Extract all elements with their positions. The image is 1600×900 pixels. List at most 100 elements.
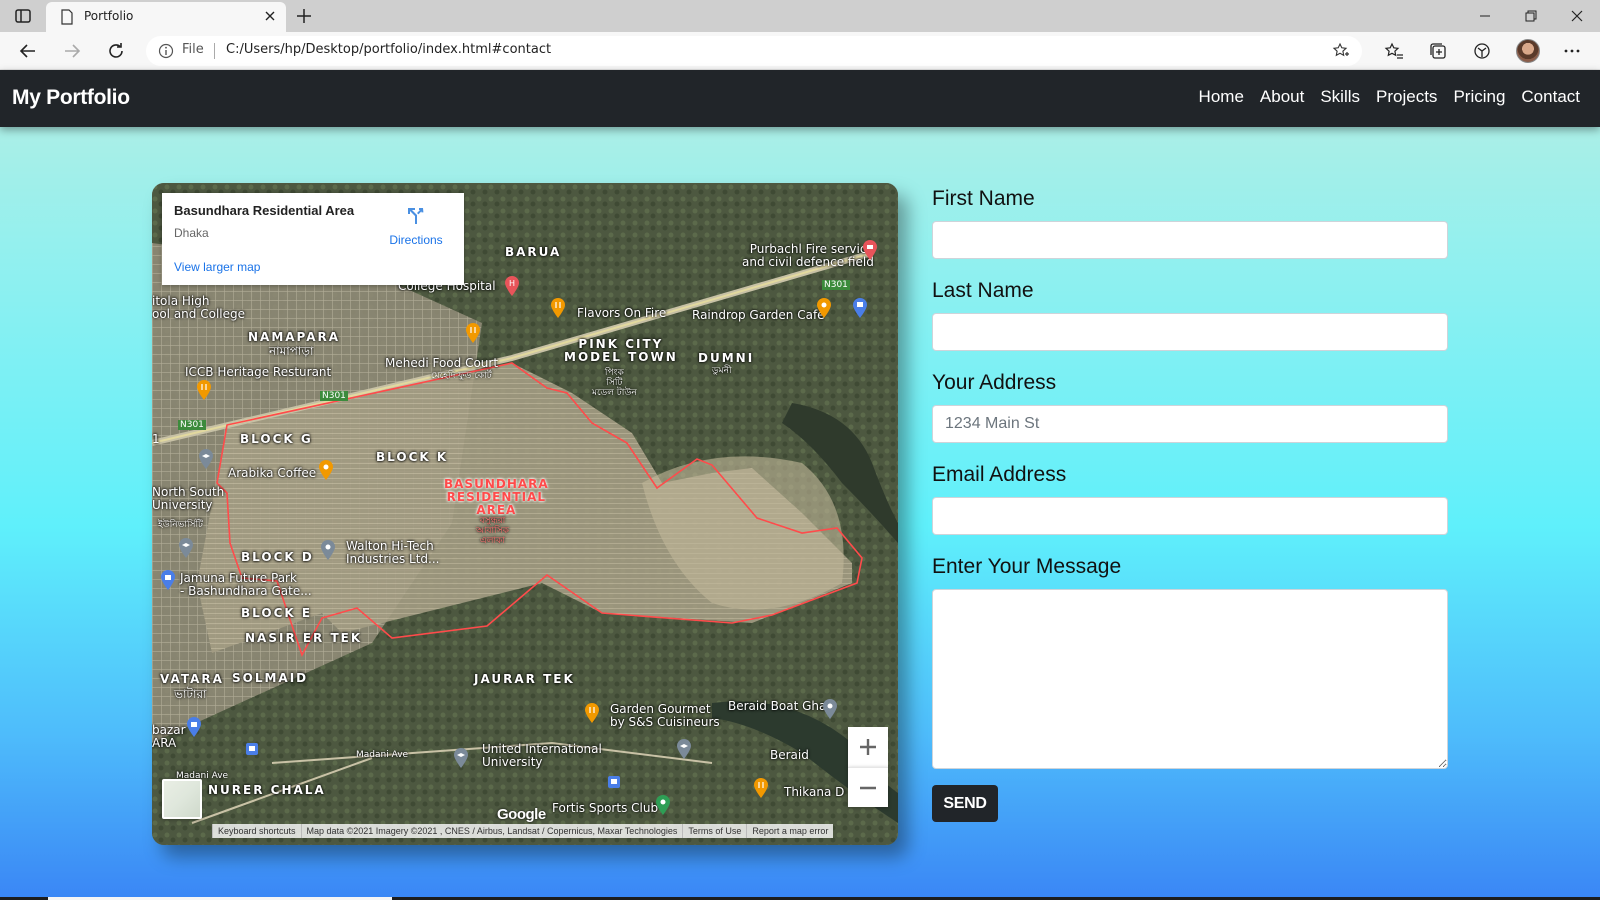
cafe-pin-icon[interactable] bbox=[318, 460, 334, 480]
place-title: Basundhara Residential Area bbox=[174, 203, 355, 218]
profile-avatar[interactable] bbox=[1516, 39, 1540, 63]
collections-icon[interactable] bbox=[1428, 41, 1448, 61]
nav-link-home[interactable]: Home bbox=[1199, 87, 1244, 107]
minus-icon bbox=[860, 786, 876, 789]
shopping-pin-icon[interactable] bbox=[160, 570, 176, 590]
place-subtitle: Dhaka bbox=[174, 226, 209, 240]
contact-form: First Name Last Name Your Address Email … bbox=[932, 187, 1448, 822]
restaurant-pin-icon[interactable] bbox=[196, 380, 212, 400]
add-favorite-icon[interactable] bbox=[1332, 42, 1350, 60]
view-larger-map-link[interactable]: View larger map bbox=[174, 260, 260, 274]
report-map-error-link[interactable]: Report a map error bbox=[746, 824, 833, 838]
map-label-purbachl: Purbachl Fire service and civil defence … bbox=[742, 242, 874, 269]
plus-icon bbox=[860, 739, 876, 755]
info-icon[interactable] bbox=[158, 43, 174, 59]
address-label: Your Address bbox=[932, 371, 1057, 394]
new-tab-icon[interactable] bbox=[294, 6, 314, 26]
email-field[interactable] bbox=[932, 497, 1448, 535]
browser-tab-bar: Portfolio bbox=[0, 0, 1600, 32]
restore-button[interactable] bbox=[1508, 0, 1554, 32]
place-pin-icon[interactable] bbox=[320, 540, 336, 560]
address-field[interactable] bbox=[932, 405, 1448, 443]
school-pin-icon[interactable] bbox=[676, 739, 692, 759]
restaurant-pin-icon[interactable] bbox=[465, 323, 481, 343]
last-name-field[interactable] bbox=[932, 313, 1448, 351]
map-attribution: Map data ©2021 Imagery ©2021 , CNES / Ai… bbox=[300, 824, 683, 838]
shopping-pin-icon[interactable] bbox=[186, 717, 202, 737]
more-menu-icon[interactable] bbox=[1562, 41, 1582, 61]
sports-pin-icon[interactable] bbox=[655, 795, 671, 815]
map-label-block-d: BLOCK D bbox=[241, 550, 314, 564]
url-text[interactable]: C:/Users/hp/Desktop/portfolio/index.html… bbox=[226, 42, 551, 57]
map-label-beraid: Beraid bbox=[770, 748, 809, 762]
tab-actions-icon[interactable] bbox=[14, 7, 32, 25]
restaurant-pin-icon[interactable] bbox=[753, 778, 769, 798]
nav-link-skills[interactable]: Skills bbox=[1320, 87, 1360, 107]
first-name-label: First Name bbox=[932, 187, 1035, 210]
school-pin-icon[interactable] bbox=[198, 449, 214, 469]
first-name-field[interactable] bbox=[932, 221, 1448, 259]
close-tab-icon[interactable] bbox=[262, 8, 278, 24]
school-pin-icon[interactable] bbox=[178, 538, 194, 558]
tab-title: Portfolio bbox=[84, 9, 134, 23]
school-pin-icon[interactable] bbox=[453, 748, 469, 768]
url-scheme-label: File bbox=[182, 42, 204, 57]
page-content: My Portfolio Home About Skills Projects … bbox=[0, 70, 1600, 900]
nav-link-about[interactable]: About bbox=[1260, 87, 1304, 107]
cafe-pin-icon[interactable] bbox=[816, 298, 832, 318]
svg-text:H: H bbox=[509, 279, 515, 288]
map-label-barua: BARUA bbox=[505, 245, 562, 259]
zoom-out-button[interactable] bbox=[848, 767, 888, 807]
minimize-button[interactable] bbox=[1462, 0, 1508, 32]
directions-label: Directions bbox=[389, 233, 443, 247]
site-brand[interactable]: My Portfolio bbox=[12, 86, 130, 110]
terms-of-use-link[interactable]: Terms of Use bbox=[682, 824, 746, 838]
directions-icon bbox=[408, 208, 424, 224]
close-window-button[interactable] bbox=[1554, 0, 1600, 32]
last-name-label: Last Name bbox=[932, 279, 1034, 302]
road-badge-n301-west: N301 bbox=[178, 420, 206, 430]
nav-link-contact[interactable]: Contact bbox=[1521, 87, 1580, 107]
map-label-flavors: Flavors On Fire bbox=[577, 306, 667, 320]
hospital-pin-icon[interactable]: H bbox=[504, 276, 520, 296]
embedded-map[interactable]: BARUA edical College Hospital itola High… bbox=[152, 183, 898, 845]
map-label-jamuna: Jamuna Future Park - Bashundhara Gate... bbox=[180, 571, 312, 598]
map-label-vatara-bn: ভাটারা bbox=[174, 687, 207, 701]
map-label-thikana: Thikana D bbox=[784, 785, 845, 799]
address-bar[interactable]: File C:/Users/hp/Desktop/portfolio/index… bbox=[146, 36, 1362, 66]
restaurant-pin-icon[interactable] bbox=[584, 703, 600, 723]
map-label-iccb: ICCB Heritage Resturant bbox=[185, 365, 332, 379]
restore-icon bbox=[1525, 10, 1537, 22]
nav-link-pricing[interactable]: Pricing bbox=[1453, 87, 1505, 107]
directions-button[interactable]: Directions bbox=[386, 205, 446, 247]
bus-pin-icon[interactable] bbox=[852, 298, 868, 318]
send-button[interactable]: SEND bbox=[932, 785, 998, 822]
message-field[interactable] bbox=[932, 589, 1448, 769]
map-label-namapara-bn: নামাপাড়া bbox=[269, 344, 314, 358]
nav-link-projects[interactable]: Projects bbox=[1376, 87, 1437, 107]
keyboard-shortcuts-link[interactable]: Keyboard shortcuts bbox=[212, 824, 301, 838]
extensions-icon[interactable] bbox=[1472, 41, 1492, 61]
map-label-school: itola High ool and College bbox=[152, 294, 245, 321]
map-label-bazar: bazar ARA bbox=[152, 723, 186, 750]
map-label-nsu-bn: ইউনিভার্সিটি bbox=[158, 520, 203, 530]
favorites-icon[interactable] bbox=[1384, 41, 1404, 61]
restaurant-pin-icon[interactable] bbox=[550, 298, 566, 318]
bus-stop-icon[interactable] bbox=[246, 743, 258, 755]
back-icon[interactable] bbox=[18, 41, 38, 61]
forward-icon[interactable] bbox=[62, 41, 82, 61]
map-label-namapara: NAMAPARA bbox=[248, 330, 341, 344]
fire-service-pin-icon[interactable] bbox=[862, 240, 878, 260]
zoom-in-button[interactable] bbox=[848, 727, 888, 767]
place-pin-icon[interactable] bbox=[822, 699, 838, 719]
refresh-icon[interactable] bbox=[106, 41, 126, 61]
browser-tab[interactable]: Portfolio bbox=[46, 2, 286, 32]
map-info-card: Basundhara Residential Area Dhaka View l… bbox=[162, 193, 464, 285]
map-type-toggle[interactable] bbox=[162, 779, 202, 819]
map-label-raindrop: Raindrop Garden Cafe bbox=[692, 308, 825, 322]
map-label-block-e: BLOCK E bbox=[241, 606, 313, 620]
map-label-mehedi-bn: মেহেদি ফুড কোর্ট bbox=[431, 371, 492, 381]
map-label-garden-gourmet: Garden Gourmet by S&S Cuisineurs bbox=[610, 702, 720, 729]
bus-stop-icon[interactable] bbox=[608, 776, 620, 788]
map-label-madani-ave: Madani Ave bbox=[356, 750, 409, 760]
